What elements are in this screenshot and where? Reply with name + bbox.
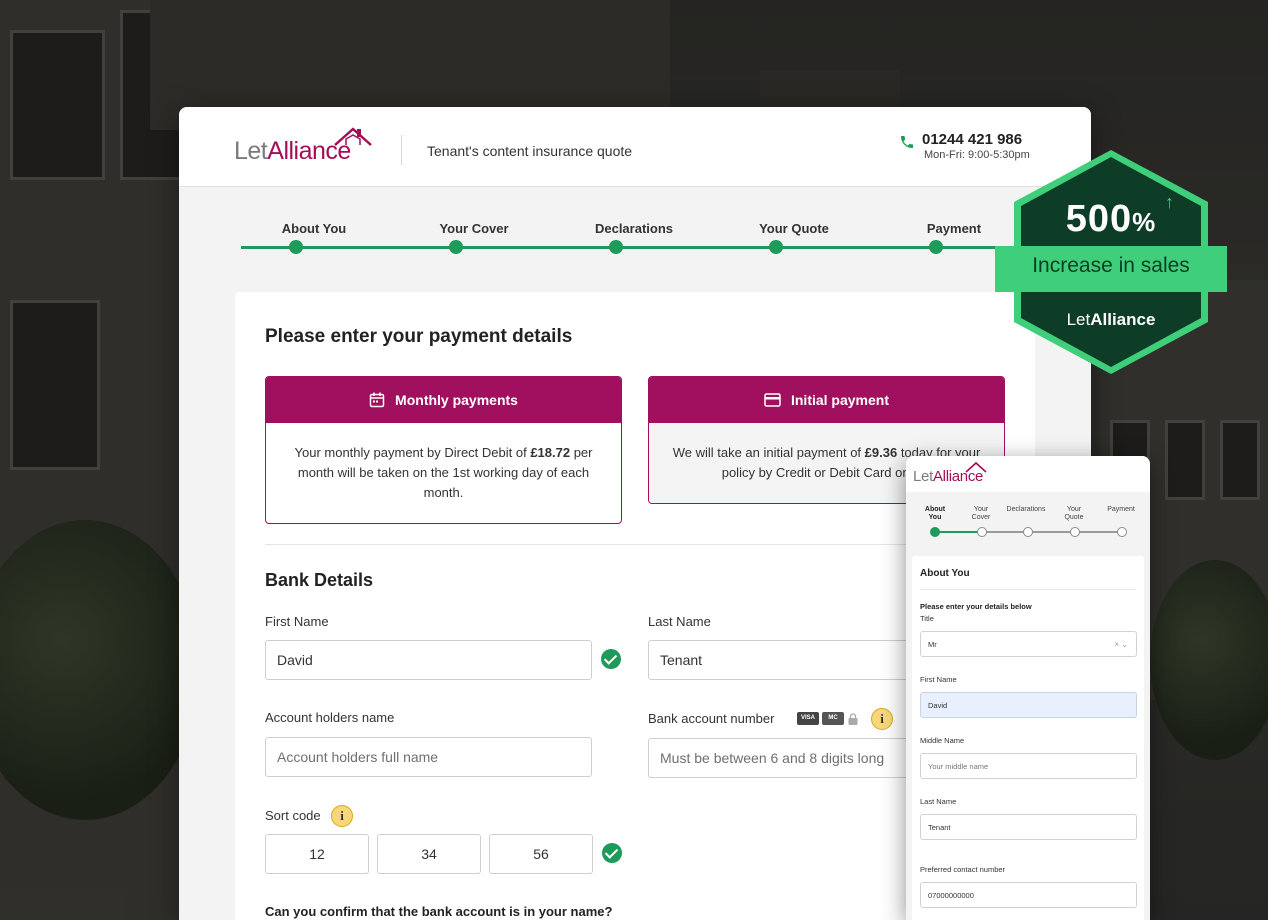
account-holder-input[interactable]: Account holders full name	[265, 737, 592, 777]
phone-icon	[901, 136, 913, 148]
mobile-contact-input[interactable]: 07000000000	[920, 882, 1137, 908]
mobile-step-dot	[1070, 527, 1080, 537]
mobile-first-name-input[interactable]: David	[920, 692, 1137, 718]
step-dot	[929, 240, 943, 254]
mobile-section-title: About You	[920, 568, 970, 579]
calendar-icon	[369, 392, 385, 408]
account-holder-label: Account holders name	[265, 710, 395, 725]
up-arrow-icon: ↑	[1165, 192, 1175, 212]
house-roof-icon	[965, 461, 987, 473]
lock-icon	[848, 712, 858, 725]
page-header: LetAlliance Tenant's content insurance q…	[179, 107, 1091, 187]
mobile-middle-name-label: Middle Name	[920, 736, 965, 745]
mobile-step-dot	[1117, 527, 1127, 537]
payment-card-icons: VISA MC	[797, 712, 859, 725]
mobile-step-your-cover[interactable]: Your Cover	[958, 506, 1004, 522]
house-roof-icon	[334, 127, 372, 146]
mobile-step-your-quote[interactable]: Your Quote	[1051, 506, 1097, 522]
sort-code-label: Sort code	[265, 808, 321, 823]
monthly-payments-text: Your monthly payment by Direct Debit of …	[294, 445, 593, 500]
progress-stepper: About You Your Cover Declarations Your Q…	[179, 187, 1091, 287]
step-dot	[449, 240, 463, 254]
sort-code-input-3[interactable]: 56	[489, 834, 593, 874]
sort-code-input-1[interactable]: 12	[265, 834, 369, 874]
letalliance-logo[interactable]: LetAlliance	[913, 461, 987, 485]
monthly-payments-header: Monthly payments	[266, 377, 621, 423]
mastercard-icon: MC	[822, 712, 844, 725]
progress-line	[241, 246, 1021, 249]
badge-logo: LetAlliance	[1066, 310, 1156, 329]
payment-heading: Please enter your payment details	[265, 326, 573, 347]
credit-card-icon	[764, 393, 781, 407]
valid-check-icon	[602, 843, 622, 863]
mobile-last-name-label: Last Name	[920, 797, 957, 806]
mobile-progress-line-done	[936, 531, 982, 533]
section-divider	[265, 544, 1005, 545]
mobile-step-payment[interactable]: Payment	[1098, 506, 1144, 514]
step-dot	[609, 240, 623, 254]
badge-value: 500% ↑	[1065, 192, 1175, 240]
account-number-input[interactable]: Must be between 6 and 8 digits long	[648, 738, 948, 778]
page-title: Tenant's content insurance quote	[427, 143, 633, 159]
initial-payment-header: Initial payment	[649, 377, 1004, 423]
visa-card-icon: VISA	[797, 712, 819, 725]
mobile-step-dot	[1023, 527, 1033, 537]
confirm-account-question: Can you confirm that the bank account is…	[265, 904, 613, 919]
step-dot	[769, 240, 783, 254]
mobile-step-declarations[interactable]: Declarations	[1003, 506, 1049, 514]
mobile-step-dot	[930, 527, 940, 537]
mobile-middle-name-input[interactable]: Your middle name	[920, 753, 1137, 779]
mobile-first-name-label: First Name	[920, 675, 957, 684]
mobile-step-dot	[977, 527, 987, 537]
mobile-title-label: Title	[920, 614, 934, 623]
last-name-input[interactable]: Tenant	[648, 640, 948, 680]
mobile-quote-page: LetAlliance About You Your Cover Declara…	[906, 456, 1150, 920]
badge-text: Increase in sales	[1032, 254, 1190, 277]
sales-increase-badge: 500% ↑ Increase in sales LetAlliance	[995, 146, 1227, 378]
account-number-info-icon[interactable]: i	[871, 708, 893, 730]
letalliance-logo[interactable]: LetAlliance	[234, 127, 372, 166]
mobile-contact-label: Preferred contact number	[920, 865, 1006, 874]
mobile-last-name-input[interactable]: Tenant	[920, 814, 1137, 840]
sort-code-info-icon[interactable]: i	[331, 805, 353, 827]
mobile-step-about-you[interactable]: About You	[912, 506, 958, 522]
step-dot	[289, 240, 303, 254]
first-name-label: First Name	[265, 614, 329, 629]
clear-chevron-icon[interactable]: × ⌄	[1114, 640, 1128, 649]
account-number-label: Bank account number	[648, 711, 775, 726]
sort-code-input-2[interactable]: 34	[377, 834, 481, 874]
mobile-progress-line	[982, 531, 1122, 533]
mobile-about-you-form: About You Please enter your details belo…	[912, 556, 1144, 920]
monthly-payments-option[interactable]: Monthly payments Your monthly payment by…	[265, 376, 622, 524]
last-name-label: Last Name	[648, 614, 711, 629]
mobile-subtitle: Please enter your details below	[920, 602, 1032, 611]
valid-check-icon	[601, 649, 621, 669]
mobile-header: LetAlliance	[906, 456, 1150, 492]
bank-details-heading: Bank Details	[265, 570, 374, 590]
mobile-divider	[920, 589, 1136, 590]
mobile-title-select[interactable]: Mr × ⌄	[920, 631, 1137, 657]
header-divider	[401, 135, 402, 165]
first-name-input[interactable]: David	[265, 640, 592, 680]
